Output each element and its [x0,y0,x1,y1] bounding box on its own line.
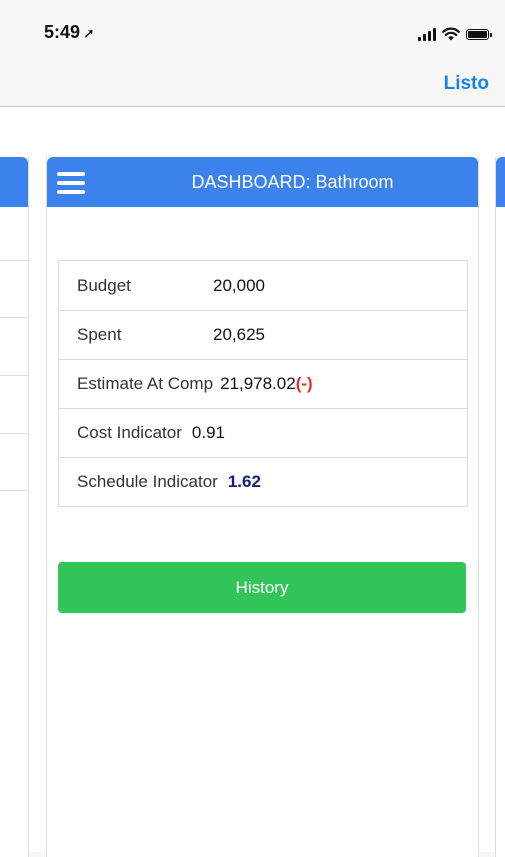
location-arrow-icon: ➚ [83,25,95,41]
estimate-label: Estimate At Comp [77,374,214,393]
cost-indicator-value: 0.91 [191,423,225,442]
cost-indicator-label: Cost Indicator [77,423,182,442]
peek-row [0,317,28,318]
peek-row [0,375,28,376]
status-icons [418,26,492,42]
kpi-row-budget: Budget 20,000 [59,261,467,310]
next-card-header [496,157,505,207]
history-button[interactable]: History [58,562,466,613]
content-area: DASHBOARD: Bathroom Budget 20,000 Spent … [0,107,505,857]
card-title: DASHBOARD: Bathroom [191,172,394,192]
hamburger-menu-icon[interactable] [57,172,85,194]
kpi-row-estimate: Estimate At Comp 21,978.02 (-) [59,359,467,408]
done-button[interactable]: Listo [444,73,489,95]
budget-value: 20,000 [213,275,265,295]
kpi-row-cost-indicator: Cost Indicator 0.91 [59,408,467,457]
estimate-flag: (-) [295,374,313,393]
previous-card-header [0,157,28,207]
time-text: 5:49 [44,22,81,42]
spent-value: 20,625 [213,325,265,344]
navigation-bar: Listo [0,66,505,107]
dashboard-card: DASHBOARD: Bathroom Budget 20,000 Spent … [46,157,479,857]
card-header: DASHBOARD: Bathroom [47,157,478,207]
spent-label: Spent [77,325,122,344]
schedule-indicator-label: Schedule Indicator [77,472,218,491]
kpi-table: Budget 20,000 Spent 20,625 Estimate At C… [58,260,468,507]
wifi-icon [442,27,460,41]
estimate-value: 21,978.02 [220,374,296,393]
peek-row [0,260,28,261]
budget-label: Budget [77,275,131,295]
kpi-row-schedule-indicator: Schedule Indicator 1.62 [59,457,467,506]
signal-icon [418,27,436,41]
next-card-peek[interactable] [495,157,505,857]
battery-icon [466,28,492,40]
peek-row [0,490,28,491]
schedule-indicator-value: 1.62 [227,472,261,491]
status-time: 5:49 ➚ [44,22,95,43]
status-bar: 5:49 ➚ [0,0,505,66]
peek-row [0,433,28,434]
kpi-row-spent: Spent 20,625 [59,310,467,359]
previous-card-peek[interactable] [0,157,29,857]
